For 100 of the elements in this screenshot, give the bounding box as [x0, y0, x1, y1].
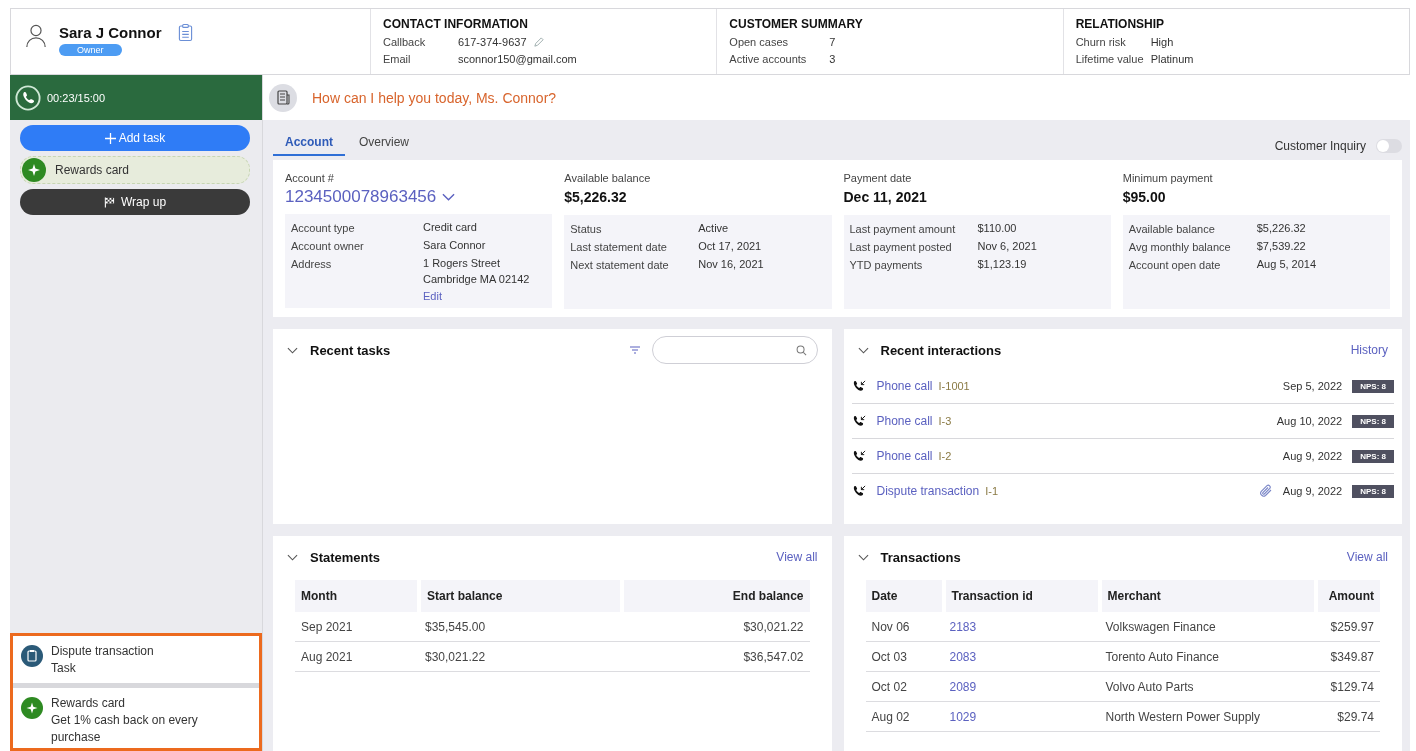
field-label: Callback [383, 35, 427, 50]
section-title: RELATIONSHIP [1075, 17, 1166, 31]
interaction-id: I-3 [938, 415, 952, 427]
table-cell: North Western Power Supply [1099, 701, 1316, 732]
account-label: Payment date [843, 172, 913, 184]
column-header: Transaction id [943, 580, 1100, 612]
transaction-link[interactable]: 2089 [949, 679, 977, 694]
view-all-link[interactable]: View all [1346, 550, 1388, 564]
table-cell: $30,021.22 [419, 641, 622, 672]
transaction-link[interactable]: 2083 [949, 649, 977, 664]
interaction-link[interactable]: Phone call [876, 414, 933, 428]
add-task-button[interactable]: Add task [20, 125, 250, 151]
phone-icon [851, 413, 867, 429]
column-header: Date [865, 580, 944, 612]
detail-value: Nov 16, 2021 [698, 257, 764, 272]
task-card[interactable]: Dispute transaction Task [13, 636, 259, 683]
interaction-id: I-2 [938, 450, 952, 462]
section-title: CUSTOMER SUMMARY [729, 17, 864, 31]
table-cell: Oct 03 [865, 641, 944, 672]
filter-icon[interactable] [629, 346, 640, 354]
card-subtitle: Task [51, 660, 77, 677]
wrap-up-button[interactable]: Wrap up [20, 189, 250, 215]
transaction-link[interactable]: 1029 [949, 709, 977, 724]
task-card[interactable]: Rewards card Get 1% cash back on every purchase [13, 688, 259, 748]
tab[interactable]: Account [273, 131, 345, 156]
chevron-down-icon [442, 193, 456, 201]
column-header: End balance [621, 580, 810, 612]
field-value: sconnor150@gmail.com [458, 52, 577, 67]
detail-value: $5,226.32 [1256, 221, 1306, 236]
phone-icon[interactable] [15, 84, 41, 111]
search-icon[interactable] [795, 344, 807, 356]
table-cell: Sep 2021 [295, 612, 419, 642]
table-cell: $349.87 [1315, 641, 1380, 672]
sparkle-icon [21, 697, 43, 719]
detail-label: Avg monthly balance [1128, 240, 1232, 255]
column-header: Merchant [1099, 580, 1316, 612]
clipboard-icon [21, 645, 43, 667]
table-cell: Volvo Auto Parts [1099, 671, 1316, 702]
table-cell: Aug 02 [865, 701, 944, 732]
field-value: 617-374-9637 [458, 35, 527, 50]
detail-value: $110.00 [977, 221, 1017, 236]
detail-label: Address [291, 257, 333, 272]
flag-icon [103, 196, 115, 208]
transaction-link[interactable]: 2183 [949, 619, 977, 634]
greeting-text: How can I help you today, Ms. Connor? [312, 89, 557, 106]
interaction-link[interactable]: Phone call [876, 449, 933, 463]
detail-label: YTD payments [849, 258, 924, 273]
paperclip-icon[interactable] [1258, 484, 1273, 498]
column-header: Month [295, 580, 419, 612]
field-value: 7 [829, 35, 836, 50]
chevron-down-icon[interactable] [287, 553, 298, 561]
table-cell: Nov 06 [865, 612, 944, 642]
detail-label: Last payment amount [849, 222, 957, 237]
clipboard-icon[interactable] [177, 23, 193, 42]
panel-title: Recent tasks [310, 342, 391, 358]
account-number-dropdown[interactable]: 1234500078963456 [285, 187, 456, 207]
toggle-switch[interactable] [1376, 139, 1402, 153]
tab[interactable]: Overview [347, 131, 421, 156]
phone-icon [851, 483, 867, 499]
interaction-id: I-1 [985, 485, 999, 497]
person-icon [25, 23, 47, 49]
chevron-down-icon[interactable] [287, 346, 298, 354]
interaction-date: Sep 5, 2022 [1282, 380, 1343, 392]
panel-title: Recent interactions [880, 342, 1002, 358]
suggestion-chip[interactable]: Rewards card [20, 156, 250, 184]
table-cell: $35,545.00 [419, 612, 622, 642]
phone-icon [851, 448, 867, 464]
interaction-link[interactable]: Phone call [876, 379, 933, 393]
detail-label: Last payment posted [849, 240, 953, 255]
history-link[interactable]: History [1350, 343, 1388, 357]
account-label: Available balance [564, 172, 652, 184]
detail-value: Aug 5, 2014 [1256, 257, 1317, 272]
edit-link[interactable]: Edit [423, 290, 442, 302]
interaction-date: Aug 9, 2022 [1282, 485, 1343, 497]
table-cell: $259.97 [1315, 612, 1380, 642]
detail-label: Next statement date [570, 258, 670, 273]
interaction-link[interactable]: Dispute transaction [876, 484, 980, 498]
detail-value: $7,539.22 [1256, 239, 1306, 254]
field-label: Churn risk [1075, 35, 1127, 50]
field-value: 3 [829, 52, 836, 67]
field-label: Open cases [729, 35, 790, 50]
nps-badge: NPS: 8 [1352, 379, 1394, 393]
table-cell: Oct 02 [865, 671, 944, 702]
account-label: Minimum payment [1122, 172, 1214, 184]
field-value: High [1150, 35, 1174, 50]
chevron-down-icon[interactable] [857, 346, 869, 354]
table-cell: $30,021.22 [621, 612, 810, 642]
detail-label: Account open date [1128, 258, 1222, 273]
detail-label: Status [570, 222, 603, 237]
card-title: Rewards card [51, 695, 127, 712]
sparkle-icon [22, 158, 46, 182]
chevron-down-icon[interactable] [857, 553, 869, 561]
panel-title: Transactions [880, 549, 961, 565]
account-value: $95.00 [1122, 189, 1167, 205]
view-all-link[interactable]: View all [776, 550, 818, 564]
detail-label: Account owner [291, 239, 365, 254]
table-cell: $29.74 [1315, 701, 1380, 732]
column-header: Amount [1315, 580, 1380, 612]
interaction-date: Aug 10, 2022 [1276, 415, 1343, 427]
nps-badge: NPS: 8 [1352, 414, 1394, 428]
